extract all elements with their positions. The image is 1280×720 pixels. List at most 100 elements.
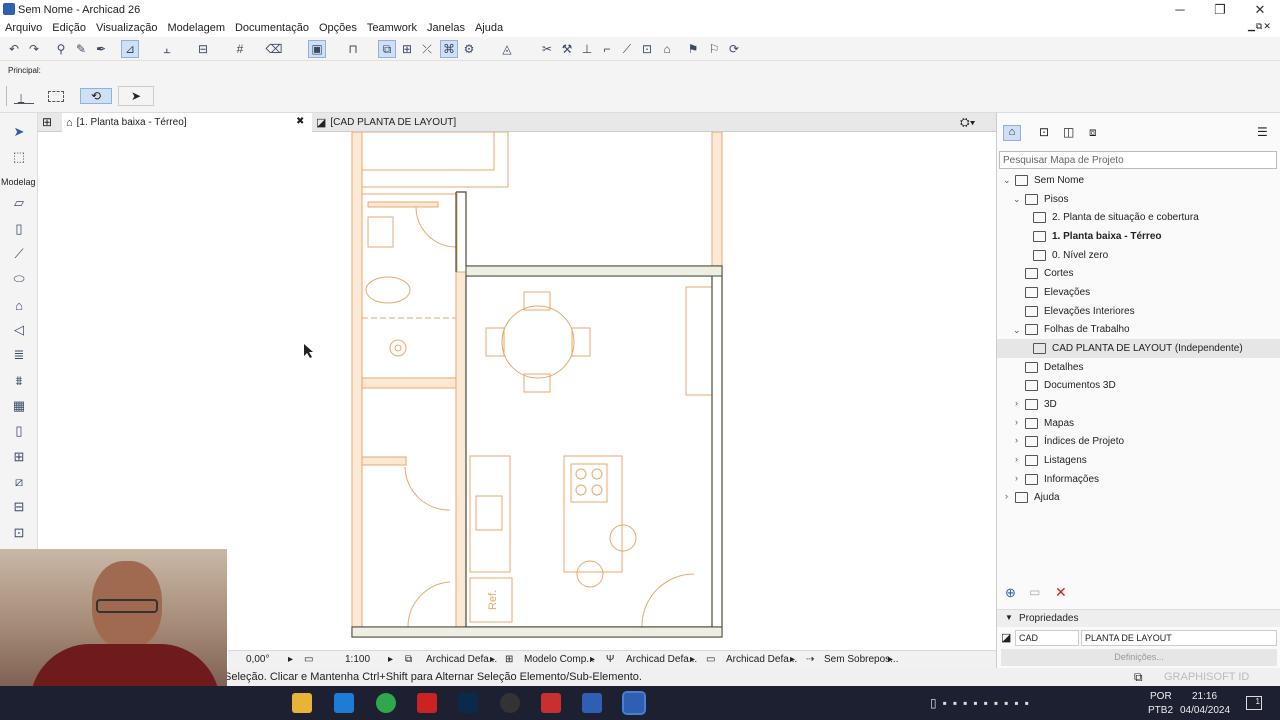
model-view-value[interactable]: Modelo Comp... xyxy=(524,654,595,665)
tree-item-listagens[interactable]: Listagens xyxy=(997,451,1280,470)
arrow-icon[interactable]: ▸ xyxy=(888,654,893,665)
pick-up-icon[interactable]: ⚲ xyxy=(52,40,70,58)
tree-item-3d[interactable]: 3D xyxy=(997,395,1280,414)
settings-button[interactable]: Definições... xyxy=(1001,649,1277,666)
section-view-icon[interactable]: ⊞ xyxy=(398,40,416,58)
autocad-icon[interactable] xyxy=(417,693,437,713)
clone-icon[interactable]: ▭ xyxy=(1029,585,1040,599)
skylight-tool-icon[interactable]: ⧄ xyxy=(9,472,29,492)
menu-edicao[interactable]: Edição xyxy=(47,22,91,34)
layout-book-icon[interactable]: ◫ xyxy=(1063,125,1074,139)
photoshop-icon[interactable] xyxy=(458,693,478,713)
clock-date[interactable]: 04/04/2024 xyxy=(1180,705,1230,716)
tab-cad-planta-layout[interactable]: ◪ [CAD PLANTA DE LAYOUT] xyxy=(312,113,562,132)
arrow-icon[interactable]: ▸ xyxy=(590,654,595,665)
tree-item-ajuda[interactable]: Ajuda xyxy=(997,488,1280,507)
lang-label-1[interactable]: POR xyxy=(1150,691,1172,702)
new-view-icon[interactable]: ⊕ xyxy=(1005,585,1016,601)
project-map-search-input[interactable]: Pesquisar Mapa de Projeto xyxy=(999,151,1277,169)
curtain-wall-tool-icon[interactable]: ▦ xyxy=(9,396,29,416)
zone-tool-icon[interactable]: ⊡ xyxy=(9,523,29,543)
arrow-icon[interactable]: ▸ xyxy=(288,654,293,665)
menu-visualizacao[interactable]: Visualização xyxy=(91,22,163,34)
document-window-controls[interactable]: ▁⧉✕ xyxy=(1248,21,1272,32)
menu-ajuda[interactable]: Ajuda xyxy=(470,22,508,34)
tree-item-nivel-zero[interactable]: 0. Nível zero xyxy=(997,246,1280,265)
menu-janelas[interactable]: Janelas xyxy=(422,22,470,34)
view-map-icon[interactable]: ⊡ xyxy=(1039,125,1049,139)
clock-time[interactable]: 21:16 xyxy=(1192,691,1217,702)
menu-arquivo[interactable]: Arquivo xyxy=(0,22,47,34)
flag-icon[interactable]: ⚑ xyxy=(684,40,702,58)
column-tool-icon[interactable]: ▯ xyxy=(9,219,29,239)
3d-view-icon[interactable]: ⌘ xyxy=(440,40,458,58)
syringe-icon[interactable]: ✒ xyxy=(92,40,110,58)
publisher-icon[interactable]: ⧈ xyxy=(1089,125,1097,140)
publish-icon[interactable]: ⟳ xyxy=(725,40,743,58)
menu-documentacao[interactable]: Documentação xyxy=(230,22,314,34)
trim-icon[interactable]: ✂ xyxy=(538,40,556,58)
system-tray-icons[interactable]: ▯▪▪▪▪▪▪▪▪▪ xyxy=(930,696,1035,710)
undo-icon[interactable]: ↶ xyxy=(5,40,23,58)
chrome-icon[interactable] xyxy=(376,693,396,713)
tree-item-folhas-trabalho[interactable]: Folhas de Trabalho xyxy=(997,320,1280,339)
arrow-selection-icon[interactable]: ➤ xyxy=(118,86,154,106)
archicad-active-icon[interactable] xyxy=(622,691,646,715)
tab-planta-baixa[interactable]: ⌂ [1. Planta baixa - Térreo] xyxy=(62,113,312,132)
tree-item-indices-projeto[interactable]: Índices de Projeto xyxy=(997,432,1280,451)
stair-tool-icon[interactable]: ≣ xyxy=(9,345,29,365)
cross-icon[interactable]: ⤫ xyxy=(418,40,436,58)
door-tool-icon[interactable]: ▯ xyxy=(9,421,29,441)
gravity-icon[interactable]: ⊟ xyxy=(194,40,212,58)
menu-modelagem[interactable]: Modelagem xyxy=(163,22,230,34)
delete-icon[interactable]: ✕ xyxy=(1055,584,1067,601)
angle-value[interactable]: 0,00° xyxy=(246,654,269,665)
layout-book-icon[interactable]: ⚐ xyxy=(705,40,723,58)
tree-item-cortes[interactable]: Cortes xyxy=(997,264,1280,283)
store-icon[interactable] xyxy=(334,693,354,713)
project-map-icon[interactable]: ⌂ xyxy=(1003,125,1021,141)
archicad-taskbar-icon[interactable] xyxy=(582,693,602,713)
layer-combo-value[interactable]: Archicad Defa... xyxy=(426,654,497,665)
menu-teamwork[interactable]: Teamwork xyxy=(362,22,422,34)
shell-tool-icon[interactable]: ◁ xyxy=(9,320,29,340)
model-view-icon[interactable]: ⧉ xyxy=(378,40,396,58)
menu-opcoes[interactable]: Opções xyxy=(314,22,362,34)
arrow-tool-icon[interactable]: ➤ xyxy=(9,122,29,142)
properties-header[interactable]: ▼ Propriedades xyxy=(997,609,1280,627)
fillet-icon[interactable]: ⌐ xyxy=(598,40,616,58)
eraser-icon[interactable]: ⌫ xyxy=(265,40,283,58)
tree-item-planta-baixa[interactable]: 1. Planta baixa - Térreo xyxy=(997,227,1280,246)
wall-tool-icon[interactable]: ▱ xyxy=(9,193,29,213)
marquee-tool-icon[interactable]: ⬚ xyxy=(9,147,29,167)
eyedropper-icon[interactable]: ✎ xyxy=(72,40,90,58)
graphisoft-id-label[interactable]: GRAPHISOFT ID xyxy=(1164,671,1249,683)
tree-item-informacoes[interactable]: Informações xyxy=(997,470,1280,489)
arrow-icon[interactable]: ▸ xyxy=(388,654,393,665)
pen-set-value[interactable]: Archicad Defa... xyxy=(626,654,697,665)
dimension-value[interactable]: Archicad Defa... xyxy=(726,654,797,665)
layer-view-icon[interactable]: ▣ xyxy=(308,40,326,58)
arrow-icon[interactable]: ▸ xyxy=(490,654,495,665)
rotated-selection-icon[interactable]: ⟲ xyxy=(80,88,112,104)
tab-menu-icon[interactable]: ⛭▾ xyxy=(960,115,975,130)
split-icon[interactable]: ⚒ xyxy=(558,40,576,58)
maximize-button[interactable]: ❐ xyxy=(1200,0,1240,19)
slab-tool-icon[interactable]: ⬭ xyxy=(9,269,29,289)
tree-item-detalhes[interactable]: Detalhes xyxy=(997,358,1280,377)
3d-navigation-icon[interactable]: ⚙ xyxy=(460,40,478,58)
scale-value[interactable]: 1:100 xyxy=(345,654,370,665)
object-tool-icon[interactable]: ⊟ xyxy=(9,497,29,517)
roof-icon[interactable]: ⌂ xyxy=(658,40,676,58)
minimize-button[interactable]: ─ xyxy=(1160,0,1200,19)
tree-item-mapas[interactable]: Mapas xyxy=(997,414,1280,433)
tree-item-cad-planta-layout[interactable]: CAD PLANTA DE LAYOUT (Independente) xyxy=(997,339,1280,358)
window-tool-icon[interactable]: ⊞ xyxy=(9,447,29,467)
lang-label-2[interactable]: PTB2 xyxy=(1148,705,1173,716)
arrow-icon[interactable]: ▸ xyxy=(690,654,695,665)
intersect-icon[interactable]: ⊡ xyxy=(638,40,656,58)
tree-item-pisos[interactable]: Pisos xyxy=(997,190,1280,209)
grid-snap-icon[interactable]: # xyxy=(231,40,249,58)
panel-menu-icon[interactable]: ☰ xyxy=(1257,125,1268,139)
file-explorer-icon[interactable] xyxy=(292,693,312,713)
